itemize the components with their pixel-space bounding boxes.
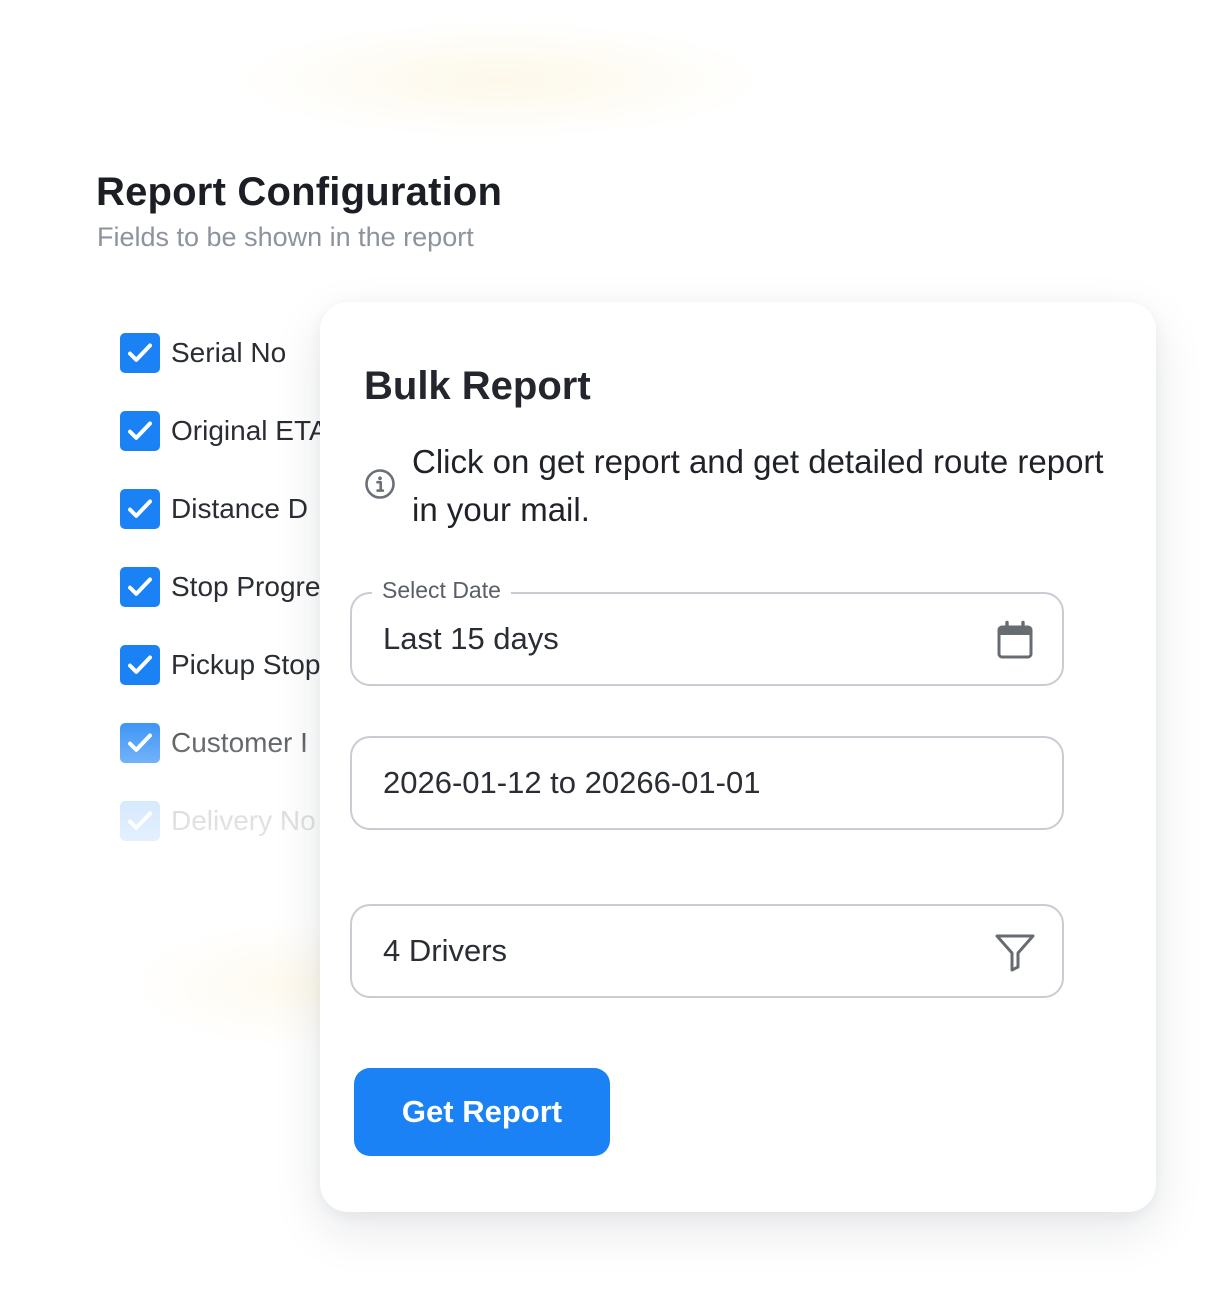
checkbox-checked-icon[interactable] <box>120 645 160 685</box>
field-stop-progress[interactable]: Stop Progre <box>120 566 320 608</box>
field-label: Serial No <box>171 337 287 368</box>
decorative-glow <box>230 20 770 140</box>
field-customer[interactable]: Customer I <box>120 722 308 764</box>
filter-icon[interactable] <box>994 931 1036 973</box>
field-label: Stop Progre <box>171 571 321 602</box>
date-range-field[interactable]: 2026-01-12 to 20266-01-01 <box>350 736 1064 830</box>
info-circle-icon <box>365 469 395 499</box>
bulk-report-title: Bulk Report <box>364 364 591 408</box>
field-pickup-stop[interactable]: Pickup Stop <box>120 644 320 686</box>
field-label: Original ETA <box>171 415 328 446</box>
page: Report Configuration Fields to be shown … <box>0 0 1212 1308</box>
select-date-value: Last 15 days <box>383 621 559 656</box>
report-configuration-subtitle: Fields to be shown in the report <box>97 222 474 252</box>
driver-filter-field[interactable]: 4 Drivers <box>350 904 1064 998</box>
bulk-report-card: Bulk Report Click on get report and get … <box>320 302 1156 1212</box>
checkbox-checked-icon[interactable] <box>120 567 160 607</box>
field-serial-no[interactable]: Serial No <box>120 332 286 374</box>
field-original-eta[interactable]: Original ETA <box>120 410 328 452</box>
report-configuration-title: Report Configuration <box>96 170 503 214</box>
get-report-button[interactable]: Get Report <box>354 1068 610 1156</box>
field-label: Customer I <box>171 727 308 758</box>
checkbox-checked-icon[interactable] <box>120 801 160 841</box>
checkbox-checked-icon[interactable] <box>120 411 160 451</box>
checkbox-checked-icon[interactable] <box>120 723 160 763</box>
info-text: Click on get report and get detailed rou… <box>412 443 1104 528</box>
select-date-field[interactable]: Select Date Last 15 days <box>350 577 1064 686</box>
calendar-icon[interactable] <box>994 619 1036 661</box>
checkbox-checked-icon[interactable] <box>120 333 160 373</box>
field-label: Pickup Stop <box>171 649 321 680</box>
field-delivery-notes[interactable]: Delivery No <box>120 800 316 842</box>
checkbox-checked-icon[interactable] <box>120 489 160 529</box>
field-label: Delivery No <box>171 805 316 836</box>
field-distance[interactable]: Distance D <box>120 488 308 530</box>
driver-filter-value: 4 Drivers <box>383 933 508 968</box>
date-range-value: 2026-01-12 to 20266-01-01 <box>383 765 761 800</box>
field-label: Distance D <box>171 493 308 524</box>
